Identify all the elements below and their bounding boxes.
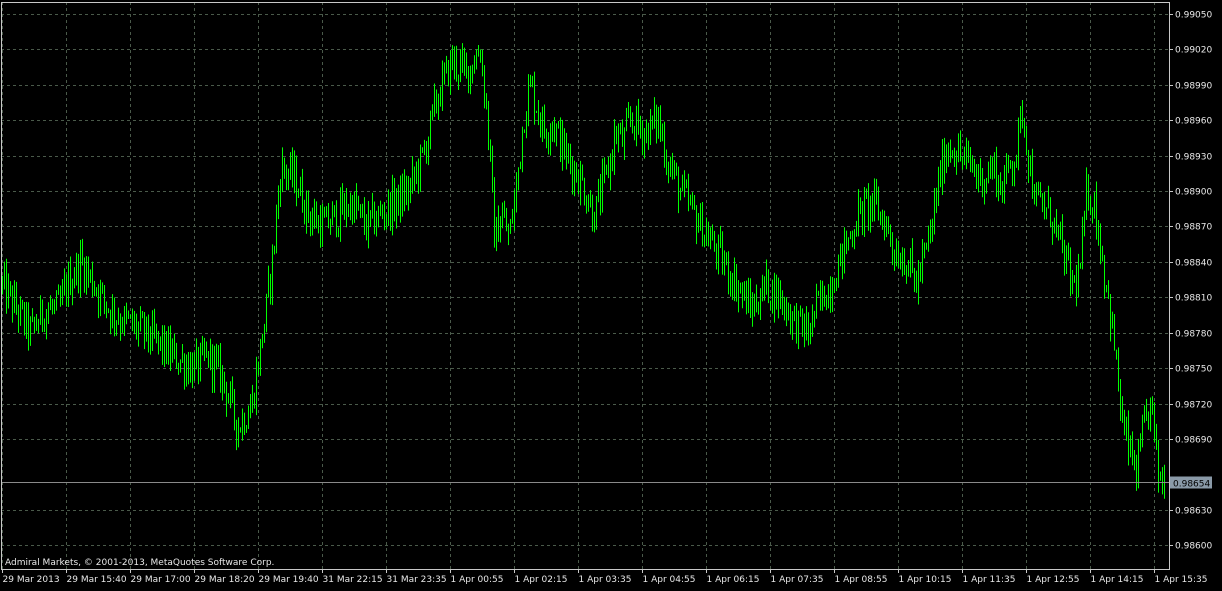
price-chart[interactable]: 0.99050 0.99020 0.98990 0.98960 0.98930 0.989… xyxy=(0,0,1222,591)
time-tick-label: 1 Apr 00:55 xyxy=(451,575,504,585)
price-tick-label: 0.98690 xyxy=(1175,436,1212,446)
time-tick-label: 29 Mar 18:20 xyxy=(195,575,255,585)
price-tick-label: 0.98990 xyxy=(1175,82,1212,92)
copyright-notice: Admiral Markets, © 2001-2013, MetaQuotes… xyxy=(5,558,274,568)
price-tick-label: 0.98780 xyxy=(1175,330,1212,340)
price-tick-label: 0.98630 xyxy=(1175,507,1212,517)
time-tick-label: 1 Apr 04:55 xyxy=(643,575,696,585)
price-tick-label: 0.98750 xyxy=(1175,365,1212,375)
time-tick-label: 1 Apr 02:15 xyxy=(515,575,568,585)
price-tick-label: 0.98600 xyxy=(1175,542,1212,552)
time-tick-label: 29 Mar 17:00 xyxy=(131,575,191,585)
time-tick-label: 29 Mar 19:40 xyxy=(259,575,319,585)
price-tick-label: 0.99020 xyxy=(1175,46,1212,56)
time-tick-label: 29 Mar 2013 xyxy=(3,575,60,585)
time-tick-label: 31 Mar 23:35 xyxy=(387,575,447,585)
time-tick-label: 31 Mar 22:15 xyxy=(323,575,383,585)
time-tick-label: 1 Apr 07:35 xyxy=(771,575,824,585)
time-tick-label: 1 Apr 14:15 xyxy=(1091,575,1144,585)
time-tick-label: 1 Apr 11:35 xyxy=(963,575,1016,585)
time-tick-label: 1 Apr 06:15 xyxy=(707,575,760,585)
price-tick-label: 0.98840 xyxy=(1175,259,1212,269)
time-tick-label: 1 Apr 12:55 xyxy=(1027,575,1080,585)
price-tick-label: 0.98960 xyxy=(1175,117,1212,127)
time-tick-label: 29 Mar 15:40 xyxy=(67,575,127,585)
time-tick-label: 1 Apr 03:35 xyxy=(579,575,632,585)
price-tick-label: 0.98810 xyxy=(1175,294,1212,304)
price-tick-label: 0.98870 xyxy=(1175,223,1212,233)
plot-background xyxy=(0,0,1222,591)
price-tick-label: 0.98930 xyxy=(1175,153,1212,163)
price-tick-label: 0.98900 xyxy=(1175,188,1212,198)
price-tick-label: 0.99050 xyxy=(1175,11,1212,21)
time-tick-label: 1 Apr 10:15 xyxy=(899,575,952,585)
price-tick-label: 0.98720 xyxy=(1175,401,1212,411)
current-bid-value: 0.98654 xyxy=(1173,480,1210,490)
time-tick-label: 1 Apr 15:35 xyxy=(1155,575,1208,585)
time-tick-label: 1 Apr 08:55 xyxy=(835,575,888,585)
current-bid-label: 0.98654 xyxy=(1170,476,1212,490)
